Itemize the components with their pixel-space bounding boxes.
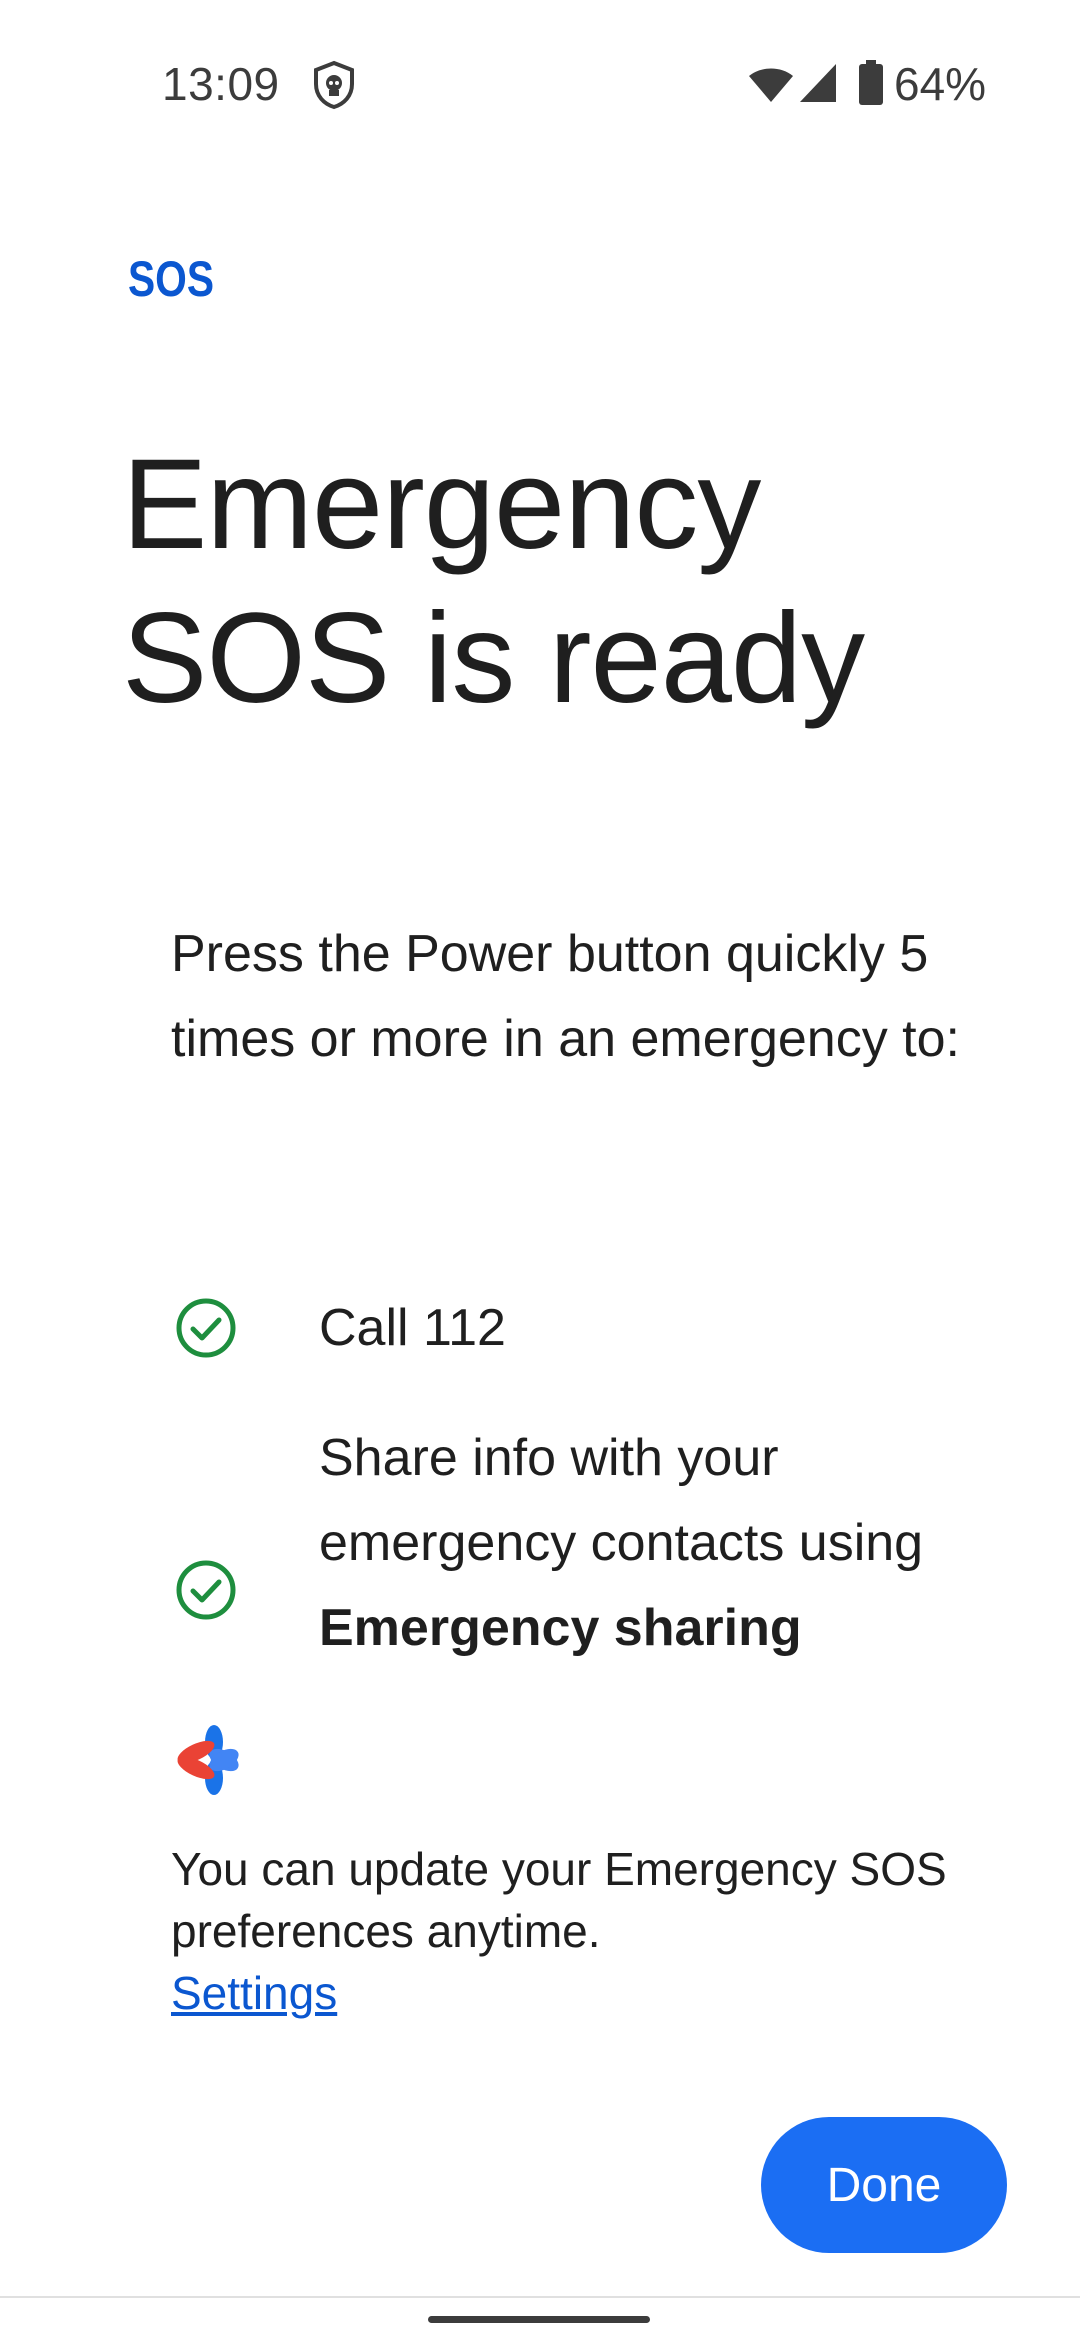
check-circle-icon: [176, 1298, 236, 1358]
feature-text-sharing-bold: Emergency sharing: [319, 1599, 802, 1657]
sos-logo-text: SOS: [128, 252, 214, 302]
check-circle-icon: [176, 1560, 236, 1620]
emergency-sos-ready-screen: 13:09 64% SOS Emergency SOS is ready Pre…: [0, 0, 1080, 2340]
status-bar: 13:09 64%: [0, 0, 1080, 170]
wifi-icon: [749, 68, 793, 102]
feature-text-sharing-prefix: Share info with your emergency contacts …: [319, 1429, 924, 1572]
battery-percentage: 64%: [894, 58, 987, 110]
preferences-note: You can update your Emergency SOS prefer…: [171, 1843, 947, 1957]
settings-link[interactable]: Settings: [171, 1962, 337, 2024]
sos-logo: SOS: [128, 252, 214, 302]
done-button[interactable]: Done: [761, 2117, 1007, 2253]
status-time: 13:09: [162, 58, 280, 110]
nav-divider: [0, 2296, 1080, 2298]
feature-text-call: Call 112: [319, 1299, 506, 1357]
page-title: Emergency SOS is ready: [122, 433, 865, 730]
shield-icon: [314, 60, 354, 110]
battery-icon: [859, 60, 883, 105]
emergency-sharing-app-icon: [177, 1725, 239, 1795]
home-indicator[interactable]: [428, 2316, 650, 2323]
feature-text-sharing: Share info with your emergency contacts …: [319, 1416, 959, 1671]
intro-text: Press the Power button quickly 5 times o…: [171, 925, 960, 1068]
signal-icon: [800, 64, 836, 102]
